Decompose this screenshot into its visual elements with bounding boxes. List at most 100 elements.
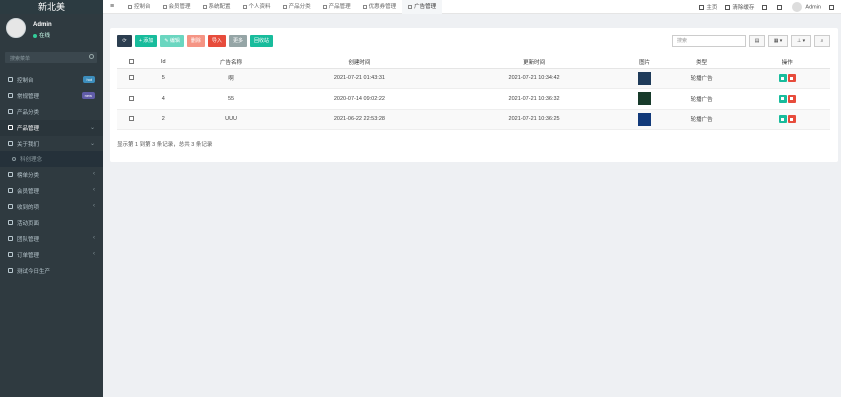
- tab-item[interactable]: 产品分类: [277, 0, 317, 14]
- edit-row-button[interactable]: [778, 94, 787, 103]
- checkbox-icon[interactable]: [128, 95, 134, 101]
- fullscreen-icon[interactable]: [777, 4, 783, 10]
- tags-icon: [8, 108, 13, 114]
- sidebar-item[interactable]: 产品管理 ⌄: [0, 119, 103, 136]
- table-row[interactable]: 4 55 2020-07-14 09:02:22 2021-07-21 10:36:3…: [117, 88, 830, 110]
- table-row[interactable]: 5 啊 2021-07-21 01:43:31 2021-07-21 10:34:42…: [117, 68, 830, 89]
- export-dropdown[interactable]: ⊥ ▾: [791, 35, 811, 47]
- avatar[interactable]: [6, 18, 26, 38]
- clear-cache-button[interactable]: 清除缓存: [725, 3, 754, 11]
- tab-item[interactable]: 控制台: [122, 0, 157, 14]
- sidebar-item[interactable]: 活动页面: [0, 215, 103, 231]
- tab-item[interactable]: 系统配置: [197, 0, 237, 14]
- sidebar-item[interactable]: 关于我们 ⌄: [0, 136, 103, 152]
- sidebar-item[interactable]: 会员管理 ‹: [0, 183, 103, 199]
- table-search-input[interactable]: 搜索: [672, 35, 746, 47]
- tab-label: 广告管理: [414, 4, 437, 10]
- checkbox-icon[interactable]: [128, 58, 134, 64]
- team-icon: [8, 235, 13, 241]
- sidebar-item[interactable]: 常规管理 new: [0, 88, 103, 104]
- ad-image-thumbnail[interactable]: [638, 71, 652, 85]
- sidebar-item[interactable]: 控制台 hot: [0, 72, 103, 88]
- edit-row-button[interactable]: [778, 74, 787, 83]
- ad-table: Id 广告名称 创建时间 更新时间 图片 类型 操作 5 啊 2021-07-21 01:43:…: [117, 56, 830, 130]
- sidebar-search-input[interactable]: 搜索菜单: [5, 52, 97, 63]
- search-icon[interactable]: [89, 54, 94, 59]
- delete-row-button[interactable]: [787, 74, 796, 83]
- table-row[interactable]: 2 UUU 2021-06-22 22:53:28 2021-07-21 10:36:…: [117, 109, 830, 130]
- add-button[interactable]: + 添加: [135, 35, 158, 47]
- ad-image-thumbnail[interactable]: [638, 112, 652, 126]
- sidebar-item-label: 榜单分类: [17, 173, 40, 180]
- translate-icon[interactable]: [762, 4, 768, 10]
- users-icon: [8, 188, 13, 194]
- sidebar-item-label: 收到的项: [17, 205, 40, 212]
- user-status-label: 在线: [39, 33, 51, 39]
- cell-id: 5: [145, 68, 182, 89]
- cell-created: 2021-07-21 01:43:31: [280, 68, 438, 89]
- pagination-summary: 显示第 1 到第 3 条记录，总共 3 条记录: [117, 142, 213, 148]
- sidebar-item[interactable]: 收到的项 ‹: [0, 199, 103, 215]
- tab-icon: [282, 4, 287, 9]
- import-button[interactable]: 导入: [207, 35, 226, 47]
- table-tools: 搜索 ▤ ▦ ▾ ⊥ ▾ ⌕: [672, 35, 830, 47]
- tab-item[interactable]: 产品管理: [317, 0, 357, 14]
- select-all-checkbox[interactable]: [117, 56, 146, 69]
- home-label: 主页: [706, 5, 718, 11]
- edit-button[interactable]: ✎ 编辑: [160, 35, 184, 47]
- tab-icon: [242, 4, 247, 9]
- sidebar-item[interactable]: 科创理念: [0, 151, 103, 168]
- ad-image-thumbnail[interactable]: [638, 92, 652, 106]
- sidebar-item[interactable]: 产品分类: [0, 104, 103, 120]
- row-checkbox[interactable]: [117, 109, 146, 130]
- cell-image[interactable]: [630, 88, 659, 110]
- home-link[interactable]: 主页: [699, 3, 717, 11]
- delete-button[interactable]: 删除: [186, 35, 205, 47]
- row-checkbox[interactable]: [117, 68, 146, 89]
- sidebar-item[interactable]: 团队管理 ‹: [0, 231, 103, 247]
- row-checkbox[interactable]: [117, 88, 146, 110]
- menu-toggle-icon[interactable]: ≡: [110, 3, 114, 10]
- cogs-icon: [8, 92, 13, 98]
- circle-icon: [8, 267, 13, 273]
- user-status: 在线: [33, 31, 50, 39]
- tab-label: 控制台: [134, 4, 151, 10]
- settings-icon[interactable]: [829, 4, 834, 10]
- cell-image[interactable]: [630, 109, 659, 130]
- sidebar-item-label: 科创理念: [20, 157, 43, 164]
- tab-icon: [408, 4, 413, 9]
- cell-image[interactable]: [630, 68, 659, 89]
- user-panel: Admin 在线: [0, 14, 103, 44]
- trash-icon: [725, 5, 731, 11]
- edit-row-button[interactable]: [778, 115, 787, 124]
- info-icon: [8, 140, 13, 146]
- cell-id: 4: [145, 88, 182, 110]
- checkbox-icon[interactable]: [128, 116, 134, 122]
- tab-item[interactable]: 会员管理: [157, 0, 197, 14]
- inbox-icon: [8, 204, 13, 210]
- sidebar-item-label: 团队管理: [17, 236, 40, 243]
- cell-id: 2: [145, 109, 182, 130]
- cell-created: 2020-07-14 09:02:22: [280, 88, 438, 110]
- checkbox-icon[interactable]: [128, 75, 134, 81]
- sidebar-item[interactable]: 榜单分类 ‹: [0, 167, 103, 183]
- sidebar-item[interactable]: 测试今日生产: [0, 263, 103, 279]
- toggle-view-button[interactable]: ▤: [749, 35, 765, 47]
- tab-item[interactable]: 个人资料: [237, 0, 277, 14]
- columns-dropdown[interactable]: ▦ ▾: [768, 35, 788, 47]
- recycle-bin-button[interactable]: 回收站: [249, 35, 273, 47]
- sidebar-item[interactable]: 订单管理 ‹: [0, 247, 103, 263]
- tab-label: 个人资料: [248, 4, 271, 10]
- more-button[interactable]: 更多: [228, 35, 247, 47]
- refresh-button[interactable]: ⟳: [117, 35, 132, 47]
- cell-created: 2021-06-22 22:53:28: [280, 109, 438, 130]
- delete-row-button[interactable]: [787, 115, 796, 124]
- delete-row-button[interactable]: [787, 94, 796, 103]
- tab-item[interactable]: 广告管理: [402, 0, 443, 14]
- app-brand[interactable]: 新北美: [0, 0, 103, 14]
- user-menu[interactable]: Admin: [792, 2, 821, 12]
- dashboard-icon: [8, 77, 13, 82]
- tab-item[interactable]: 优惠券管理: [357, 0, 403, 14]
- column-header: 图片: [630, 56, 659, 69]
- advanced-search-button[interactable]: ⌕: [814, 35, 830, 47]
